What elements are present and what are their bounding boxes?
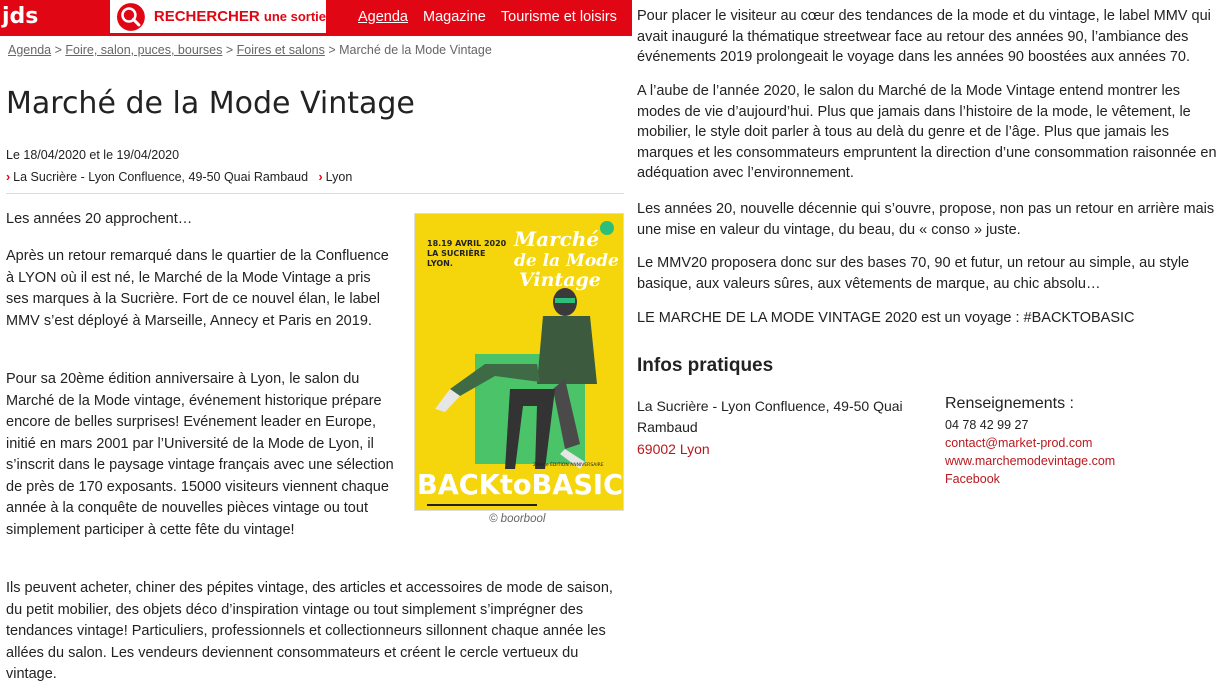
paragraph-edition: Pour sa 20ème édition anniversaire à Lyo…: [6, 371, 394, 538]
nav-tourisme[interactable]: Tourisme et loisirs: [501, 9, 617, 25]
paragraph-aube-2020: A l’aube de l’année 2020, le salon du Ma…: [637, 83, 1217, 181]
search-label: RECHERCHER une sortie: [153, 8, 326, 25]
infos-heading: Infos pratiques: [637, 355, 774, 376]
paragraph-label-mmv: Pour placer le visiteur au cœur des tend…: [637, 8, 1211, 65]
breadcrumb-foires-salons[interactable]: Foires et salons: [237, 43, 325, 57]
infos-address: La Sucrière - Lyon Confluence, 49-50 Qua…: [637, 398, 903, 435]
left-column: jds RECHERCHER une sortie Agenda Magazin…: [0, 0, 632, 689]
website-link[interactable]: www.marchemodevintage.com: [945, 454, 1115, 468]
poster-date-3: LYON.: [427, 259, 453, 268]
poster-title-1: Marché: [513, 227, 599, 251]
paragraph-retour: Après un retour remarqué dans le quartie…: [6, 248, 389, 329]
right-column: Pour placer le visiteur au cœur des tend…: [637, 0, 1226, 689]
paragraph-annees-20: Les années 20, nouvelle décennie qui s’o…: [637, 201, 1215, 238]
facebook-link[interactable]: Facebook: [945, 472, 1000, 486]
nav-magazine[interactable]: Magazine: [423, 9, 486, 25]
paragraph-acheter: Ils peuvent acheter, chiner des pépites …: [6, 580, 613, 682]
infos-city-link[interactable]: 69002 Lyon: [637, 441, 710, 457]
renseignements-block: Renseignements : 04 78 42 99 27 contact@…: [945, 395, 1115, 488]
renseignements-heading: Renseignements :: [945, 395, 1074, 412]
poster-image: 18.19 AVRIL 2020 LA SUCRIÈRE LYON. March…: [415, 214, 623, 510]
venue-link[interactable]: La Sucrière - Lyon Confluence, 49-50 Qua…: [13, 170, 308, 184]
paragraph-mmv20: Le MMV20 proposera donc sur des bases 70…: [637, 255, 1190, 292]
search-button[interactable]: RECHERCHER une sortie: [110, 0, 326, 33]
poster-title-2: de la Mode: [514, 251, 619, 271]
breadcrumb-foire[interactable]: Foire, salon, puces, bourses: [65, 43, 222, 57]
event-dates: Le 18/04/2020 et le 19/04/2020: [6, 148, 180, 162]
breadcrumb: Agenda > Foire, salon, puces, bourses > …: [8, 43, 492, 57]
poster-tagline: BACKtoBASIC: [417, 468, 623, 501]
chevron-right-icon: ›: [318, 170, 323, 184]
email-link[interactable]: contact@market-prod.com: [945, 436, 1092, 450]
event-poster[interactable]: 18.19 AVRIL 2020 LA SUCRIÈRE LYON. March…: [414, 213, 624, 511]
divider: [6, 193, 624, 194]
poster-title-3: Vintage: [519, 269, 601, 291]
breadcrumb-current: Marché de la Mode Vintage: [339, 43, 492, 57]
city-link[interactable]: Lyon: [326, 170, 353, 184]
event-location: › La Sucrière - Lyon Confluence, 49-50 Qu…: [6, 170, 352, 184]
paragraph-voyage: LE MARCHE DE LA MODE VINTAGE 2020 est un…: [637, 310, 1135, 326]
poster-date-1: 18.19 AVRIL 2020: [427, 239, 507, 248]
paragraph-intro: Les années 20 approchent…: [6, 211, 193, 227]
search-icon: [116, 2, 145, 31]
site-logo[interactable]: jds: [0, 0, 40, 33]
phone-number: 04 78 42 99 27: [945, 418, 1029, 432]
page-title: Marché de la Mode Vintage: [6, 86, 415, 121]
top-bar: jds RECHERCHER une sortie Agenda Magazin…: [0, 0, 632, 36]
chevron-right-icon: ›: [6, 170, 11, 184]
breadcrumb-agenda[interactable]: Agenda: [8, 43, 51, 57]
nav-agenda[interactable]: Agenda: [358, 9, 408, 25]
main-nav: Agenda Magazine Tourisme et loisirs A: [358, 0, 632, 33]
poster-date-2: LA SUCRIÈRE: [427, 247, 485, 258]
photo-credit: © boorbool: [489, 513, 546, 525]
